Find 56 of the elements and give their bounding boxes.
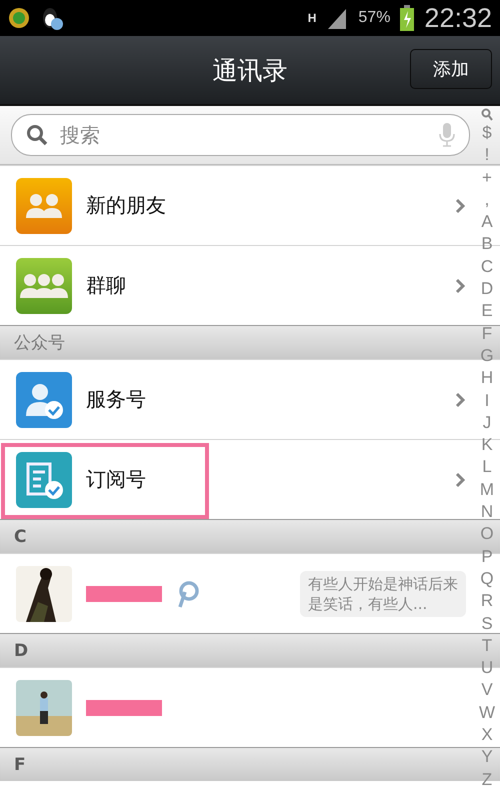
microphone-icon[interactable] [439, 123, 455, 147]
signal-icon [326, 7, 348, 29]
index-letter[interactable]: M [480, 478, 494, 502]
index-letter[interactable]: K [481, 434, 493, 456]
index-letter[interactable]: + [482, 166, 492, 189]
row-label: 服务号 [86, 386, 147, 413]
friends-icon [16, 178, 72, 234]
index-letter[interactable]: Z [482, 768, 492, 790]
index-letter[interactable]: R [480, 590, 494, 613]
search-field[interactable]: 搜索 [11, 114, 470, 156]
index-letter[interactable]: S [481, 612, 493, 635]
index-letter[interactable]: X [481, 724, 493, 746]
index-letter[interactable]: L [482, 456, 492, 479]
battery-percent: 57% [358, 9, 390, 27]
index-letter[interactable]: B [481, 233, 493, 256]
index-letter[interactable]: F [482, 322, 492, 345]
screen-title: 通讯录 [212, 54, 288, 86]
index-letter[interactable]: J [482, 412, 492, 434]
search-input[interactable]: 搜索 [58, 122, 429, 148]
signature-text: 有些人开始是神话后来是笑话，有些人... [300, 570, 466, 616]
group-icon [16, 258, 72, 314]
search-icon [26, 124, 48, 146]
index-letter[interactable]: , [484, 188, 490, 212]
service-account-icon [16, 372, 72, 428]
chevron-icon [455, 198, 466, 214]
search-icon[interactable] [481, 108, 493, 122]
index-letter[interactable]: O [480, 523, 494, 546]
add-button[interactable]: 添加 [410, 49, 492, 89]
index-letter[interactable]: Y [481, 746, 493, 769]
index-letter[interactable]: P [481, 546, 493, 568]
clock: 22:32 [424, 2, 492, 34]
index-letter[interactable]: H [480, 367, 494, 390]
index-letter[interactable]: Q [480, 568, 494, 590]
index-letter[interactable]: I [484, 390, 490, 412]
row-label: 群聊 [86, 272, 127, 299]
network-type: H [308, 11, 316, 25]
index-letter[interactable]: T [482, 634, 492, 658]
row-label: 订阅号 [86, 466, 147, 493]
index-letter[interactable]: V [481, 679, 493, 702]
index-letter[interactable]: N [480, 501, 494, 524]
index-letter[interactable]: A [481, 211, 493, 234]
chevron-icon [455, 278, 466, 294]
index-letter[interactable]: U [480, 657, 494, 680]
index-letter[interactable]: $ [482, 122, 492, 144]
index-letter[interactable]: C [480, 256, 494, 278]
chevron-icon [455, 392, 466, 408]
row-label: 新的朋友 [86, 192, 167, 219]
index-letter[interactable]: ! [484, 144, 490, 167]
subscription-icon [16, 452, 72, 508]
app-icon [8, 7, 30, 29]
index-letter[interactable]: D [480, 278, 494, 300]
index-letter[interactable]: W [478, 702, 496, 724]
index-letter[interactable]: G [480, 344, 494, 368]
chevron-icon [455, 472, 466, 488]
battery-icon [400, 5, 414, 31]
index-letter[interactable]: E [481, 300, 493, 323]
